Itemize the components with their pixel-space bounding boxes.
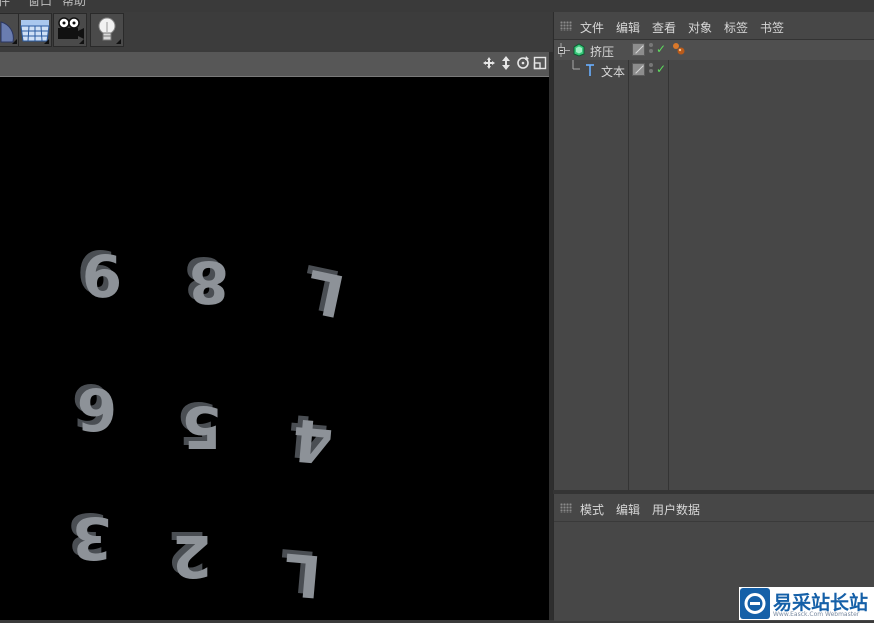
svg-text:6: 6 bbox=[77, 375, 117, 443]
floor-button[interactable] bbox=[18, 13, 52, 47]
extruded-digit-7: LL bbox=[296, 251, 350, 330]
om-menu-objects[interactable]: 对象 bbox=[688, 19, 712, 36]
om-menu-file[interactable]: 文件 bbox=[580, 19, 604, 36]
svg-text:4: 4 bbox=[290, 405, 336, 476]
text-spline-icon bbox=[586, 64, 594, 76]
svg-text:9: 9 bbox=[82, 241, 122, 309]
site-watermark: 易采站长站 Www.Easck.Com Webmaster bbox=[739, 587, 874, 620]
visibility-dots-icon[interactable] bbox=[649, 63, 654, 77]
layer-toggle-icon[interactable] bbox=[632, 43, 645, 56]
object-row-extrude[interactable]: 挤压 ✓ bbox=[554, 40, 874, 60]
extruded-digit-3: 33 bbox=[67, 500, 112, 572]
extruded-digit-5: 55 bbox=[177, 389, 222, 461]
svg-text:3: 3 bbox=[72, 504, 112, 572]
viewport-scene: .dg { font-family:"DejaVu Sans", sans-se… bbox=[67, 237, 351, 611]
watermark-logo-icon bbox=[740, 588, 770, 619]
object-name-text[interactable]: 文本 bbox=[601, 63, 625, 80]
main-menubar: 件 窗口 帮助 bbox=[0, 0, 874, 12]
om-menu-view[interactable]: 查看 bbox=[652, 19, 676, 36]
menu-item-file[interactable]: 件 bbox=[0, 0, 10, 9]
extrude-object-icon bbox=[573, 43, 585, 57]
enabled-check-icon[interactable]: ✓ bbox=[656, 42, 666, 56]
svg-text:2: 2 bbox=[172, 522, 212, 590]
object-list: 挤压 ✓ 文本 ✓ bbox=[554, 39, 874, 491]
object-manager-menubar: 文件 编辑 查看 对象 标签 书签 bbox=[554, 14, 874, 38]
material-tag-icon[interactable] bbox=[672, 42, 686, 56]
am-menu-mode[interactable]: 模式 bbox=[580, 501, 604, 518]
tree-branch-icon bbox=[572, 60, 580, 70]
extruded-digit-8: 88 bbox=[184, 244, 229, 316]
column-divider bbox=[628, 40, 629, 491]
tree-collapse-icon[interactable] bbox=[558, 43, 570, 57]
column-divider bbox=[668, 40, 669, 491]
maximize-view-icon[interactable] bbox=[533, 56, 547, 70]
extruded-digit-1: LL bbox=[276, 535, 324, 611]
svg-text:5: 5 bbox=[182, 393, 222, 461]
object-row-text[interactable]: 文本 ✓ bbox=[554, 60, 874, 80]
move-view-icon[interactable] bbox=[482, 56, 496, 70]
main-toolbar bbox=[0, 12, 552, 50]
extruded-digit-6: 99 bbox=[77, 237, 122, 309]
layer-toggle-icon[interactable] bbox=[632, 63, 645, 76]
extruded-digit-4: 44 bbox=[285, 401, 336, 477]
om-menu-bookmarks[interactable]: 书签 bbox=[760, 19, 784, 36]
extruded-digit-9: 66 bbox=[72, 371, 117, 443]
3d-viewport[interactable]: .dg { font-family:"DejaVu Sans", sans-se… bbox=[0, 77, 549, 620]
menu-item-help[interactable]: 帮助 bbox=[62, 0, 86, 9]
object-manager: 文件 编辑 查看 对象 标签 书签 挤压 ✓ 文本 ✓ bbox=[553, 12, 874, 491]
am-menu-user-data[interactable]: 用户数据 bbox=[652, 501, 700, 518]
svg-text:L: L bbox=[281, 540, 324, 611]
am-menu-edit[interactable]: 编辑 bbox=[616, 501, 640, 518]
camera-button[interactable] bbox=[53, 13, 87, 47]
viewport-header bbox=[0, 52, 549, 77]
pan-view-icon[interactable] bbox=[499, 56, 513, 70]
svg-text:8: 8 bbox=[189, 248, 229, 316]
panel-grip-icon[interactable] bbox=[560, 503, 572, 513]
menu-item-window[interactable]: 窗口 bbox=[28, 0, 52, 9]
visibility-dots-icon[interactable] bbox=[649, 43, 654, 57]
object-name-extrude[interactable]: 挤压 bbox=[590, 43, 614, 60]
light-button[interactable] bbox=[90, 13, 124, 47]
om-menu-tags[interactable]: 标签 bbox=[724, 19, 748, 36]
deformer-button[interactable] bbox=[0, 13, 20, 47]
attribute-manager-menubar: 模式 编辑 用户数据 bbox=[554, 496, 874, 520]
extruded-digit-2: 22 bbox=[167, 518, 212, 590]
enabled-check-icon[interactable]: ✓ bbox=[656, 62, 666, 76]
watermark-subtitle: Www.Easck.Com Webmaster bbox=[773, 611, 860, 618]
om-menu-edit[interactable]: 编辑 bbox=[616, 19, 640, 36]
rotate-view-icon[interactable] bbox=[516, 56, 530, 70]
panel-grip-icon[interactable] bbox=[560, 21, 572, 31]
